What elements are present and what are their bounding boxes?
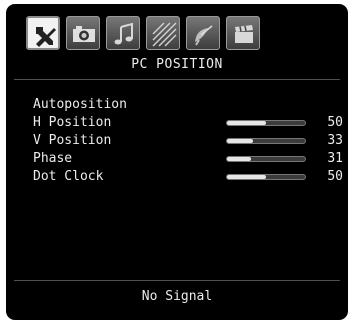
tab-feature[interactable] xyxy=(146,16,180,50)
music-note-icon xyxy=(114,22,133,45)
page-title: PC POSITION xyxy=(131,57,223,72)
status-divider xyxy=(14,280,340,281)
tab-picture[interactable] xyxy=(66,16,100,50)
slider-fill xyxy=(227,175,266,179)
slider-fill xyxy=(227,121,266,125)
dot-clock-slider[interactable] xyxy=(226,174,306,180)
menu-item-label: V Position xyxy=(33,133,112,148)
stripes-icon xyxy=(152,22,177,47)
header-divider xyxy=(14,79,340,80)
phase-slider[interactable] xyxy=(226,156,306,162)
tab-install[interactable] xyxy=(186,16,220,50)
menu-item-v-position[interactable]: V Position 33 xyxy=(33,132,343,150)
menu-item-phase[interactable]: Phase 31 xyxy=(33,150,343,168)
slider-fill xyxy=(227,157,252,161)
camera-icon xyxy=(73,26,95,42)
satellite-dish-icon xyxy=(195,25,213,46)
tools-icon xyxy=(36,27,56,47)
menu-item-label: Dot Clock xyxy=(33,169,104,184)
v-position-slider[interactable] xyxy=(226,138,306,144)
menu-item-label: Phase xyxy=(33,151,73,166)
status-text: No Signal xyxy=(141,289,213,304)
dot-clock-value: 50 xyxy=(327,169,343,184)
h-position-value: 50 xyxy=(327,115,343,130)
h-position-slider[interactable] xyxy=(226,120,306,126)
pc-position-osd-menu: PC POSITION Autoposition H Position 50 V… xyxy=(6,4,348,320)
clapperboard-icon xyxy=(235,25,253,43)
v-position-value: 33 xyxy=(327,133,343,148)
tab-source[interactable] xyxy=(226,16,260,50)
slider-fill xyxy=(227,139,253,143)
menu-item-dot-clock[interactable]: Dot Clock 50 xyxy=(33,168,343,186)
menu-item-label: H Position xyxy=(33,115,112,130)
tab-sound[interactable] xyxy=(106,16,140,50)
tab-settings[interactable] xyxy=(26,16,60,50)
menu-item-autoposition[interactable]: Autoposition xyxy=(33,96,343,114)
menu-item-label: Autoposition xyxy=(33,97,127,112)
menu-item-h-position[interactable]: H Position 50 xyxy=(33,114,343,132)
phase-value: 31 xyxy=(327,151,343,166)
